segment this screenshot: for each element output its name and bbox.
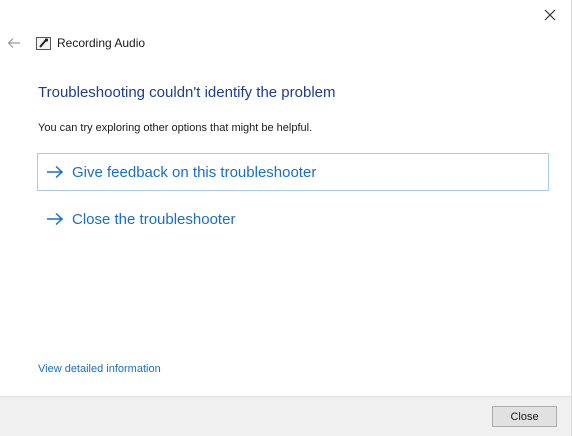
give-feedback-label: Give feedback on this troubleshooter [72,163,317,181]
right-arrow-icon [46,212,64,226]
window-title: Recording Audio [57,36,146,50]
close-troubleshooter-label: Close the troubleshooter [72,210,236,228]
page-description: You can try exploring other options that… [38,122,313,134]
troubleshooter-window: Recording Audio Troubleshooting couldn't… [0,0,572,436]
view-details-link[interactable]: View detailed information [38,363,161,375]
close-icon[interactable] [541,6,559,24]
page-title: Troubleshooting couldn't identify the pr… [38,84,336,101]
back-arrow-icon[interactable] [6,35,22,51]
close-troubleshooter-option[interactable]: Close the troubleshooter [37,200,549,238]
right-arrow-icon [46,165,64,179]
window-title-bar: Recording Audio [36,35,145,51]
close-button[interactable]: Close [492,406,557,427]
recording-audio-icon [36,36,51,50]
give-feedback-option[interactable]: Give feedback on this troubleshooter [37,153,549,191]
footer-bar: Close [0,396,571,436]
